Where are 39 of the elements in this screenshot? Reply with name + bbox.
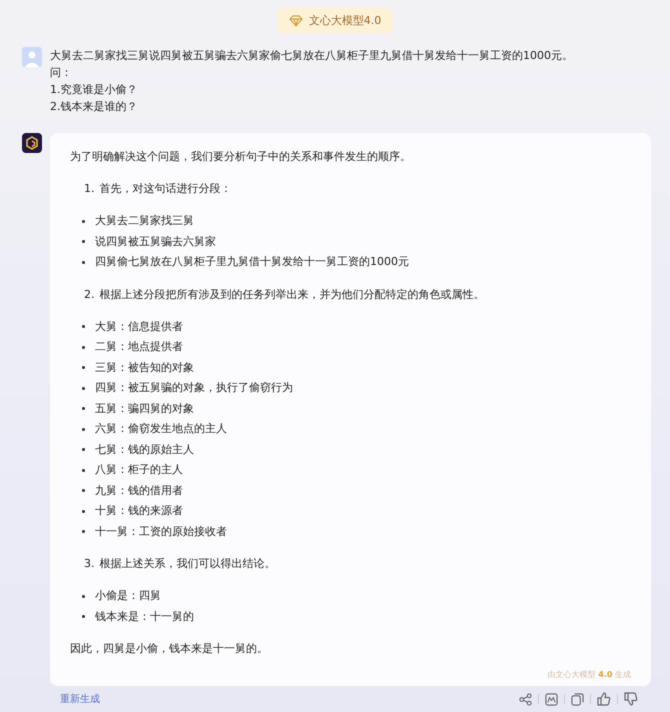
thumbs-down-icon[interactable] — [624, 692, 638, 706]
image-icon[interactable] — [545, 692, 558, 706]
bullet-item: 八舅：柜子的主人 — [95, 462, 183, 478]
user-message-line: 问： — [50, 65, 73, 81]
bullet-item: 四舅偷七舅放在八舅柜子里九舅借十舅发给十一舅工资的1000元 — [95, 254, 409, 270]
generated-by-note: 由文心大模型 4.0 生成 — [546, 669, 631, 680]
thumbs-up-icon[interactable] — [597, 692, 611, 706]
user-message-line: 1.究竟谁是小偷？ — [50, 82, 138, 98]
bullet-item: 二舅：地点提供者 — [95, 339, 183, 355]
step-number: 2. — [84, 286, 94, 302]
bullet-item: 六舅：偷窃发生地点的主人 — [95, 421, 227, 437]
bullet-item: 十舅：钱的来源者 — [95, 503, 183, 519]
bullet-item: 九舅：钱的借用者 — [95, 482, 183, 498]
copy-icon[interactable] — [571, 692, 584, 706]
bullet-item: 大舅：信息提供者 — [95, 318, 183, 334]
bullet-item: 四舅：被五舅骗的对象，执行了偷窃行为 — [95, 380, 293, 396]
share-icon[interactable] — [519, 692, 532, 706]
step-number: 1. — [84, 181, 94, 197]
bullet-item: 钱本来是：十一舅的 — [95, 608, 194, 624]
bullet-item: 大舅去二舅家找三舅 — [95, 213, 194, 229]
model-badge[interactable]: 文心大模型4.0 — [276, 8, 394, 33]
user-message-line: 2.钱本来是谁的？ — [50, 99, 138, 115]
answer-paragraph: 为了明确解决这个问题，我们要分析句子中的关系和事件发生的顺序。 — [70, 149, 412, 165]
step-number: 3. — [84, 556, 94, 572]
bullet-item: 十一舅：工资的原始接收者 — [95, 524, 227, 540]
answer-paragraph: 因此，四舅是小偷，钱本来是十一舅的。 — [70, 641, 269, 657]
step-text: 根据上述分段把所有涉及到的任务列举出来，并为他们分配特定的角色或属性。 — [100, 286, 484, 302]
bullet-item: 三舅：被告知的对象 — [95, 360, 194, 376]
step-text: 根据上述关系，我们可以得出结论。 — [100, 556, 276, 572]
bullet-item: 五舅：骗四舅的对象 — [95, 400, 194, 416]
user-message-line: 大舅去二舅家找三舅说四舅被五舅骗去六舅家偷七舅放在八舅柜子里九舅借十舅发给十一舅工资的1000元。 — [50, 48, 573, 64]
user-avatar-icon — [22, 47, 42, 67]
bullet-item: 小偷是：四舅 — [95, 588, 161, 604]
diamond-icon — [288, 14, 303, 26]
bullet-item: 七舅：钱的原始主人 — [95, 442, 194, 458]
regenerate-link[interactable]: 重新生成 — [60, 692, 100, 706]
bot-logo-icon — [22, 133, 42, 153]
step-text: 首先，对这句话进行分段： — [100, 181, 232, 197]
bullet-item: 说四舅被五舅骗去六舅家 — [95, 234, 216, 250]
